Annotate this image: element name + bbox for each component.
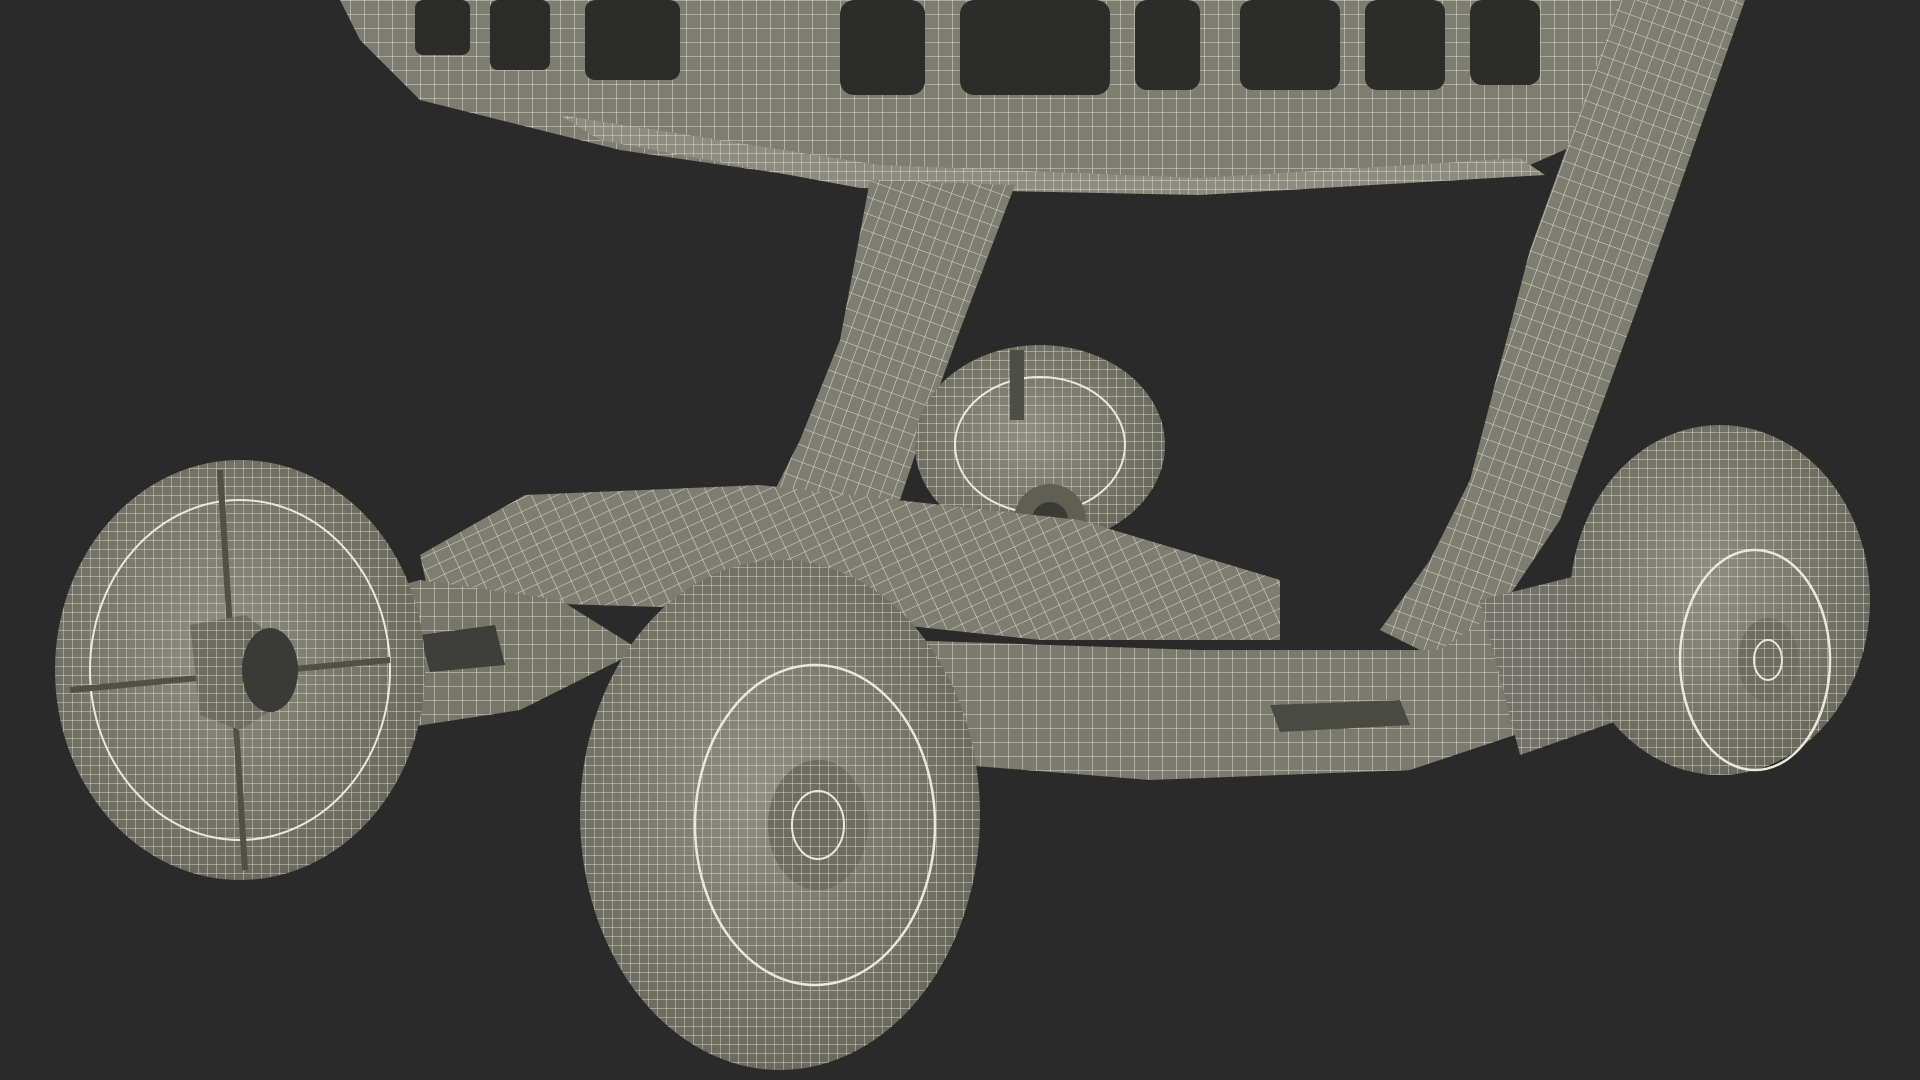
rear-wheel <box>1570 425 1870 775</box>
basket <box>340 0 1740 195</box>
rear-wheel-hub <box>1738 618 1798 702</box>
wireframe-render <box>55 0 1870 1070</box>
front-wheel <box>580 560 980 1070</box>
left-wheel <box>55 460 425 880</box>
front-wheel-hub <box>768 760 868 890</box>
